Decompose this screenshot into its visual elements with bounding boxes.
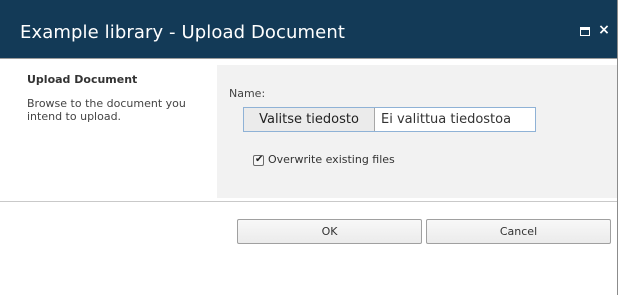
upload-dialog: Example library - Upload Document × Uplo… bbox=[0, 0, 618, 295]
dialog-title: Example library - Upload Document bbox=[20, 22, 346, 43]
cancel-button[interactable]: Cancel bbox=[426, 219, 611, 244]
section-description: Browse to the document you intend to upl… bbox=[27, 97, 186, 123]
close-icon[interactable]: × bbox=[597, 22, 611, 38]
overwrite-option[interactable]: ✔ Overwrite existing files bbox=[253, 153, 395, 167]
overwrite-label[interactable]: Overwrite existing files bbox=[268, 153, 395, 167]
overwrite-checkbox[interactable]: ✔ bbox=[253, 153, 264, 166]
checkmark-icon: ✔ bbox=[255, 153, 264, 165]
title-bar: Example library - Upload Document × bbox=[0, 0, 617, 58]
file-input[interactable]: Valitse tiedosto Ei valittua tiedostoa bbox=[243, 107, 536, 132]
choose-file-button[interactable]: Valitse tiedosto bbox=[244, 108, 375, 131]
section-title: Upload Document bbox=[27, 73, 138, 86]
maximize-icon[interactable] bbox=[580, 27, 590, 36]
title-divider bbox=[0, 58, 617, 59]
ok-button[interactable]: OK bbox=[237, 219, 422, 244]
file-status-text: Ei valittua tiedostoa bbox=[381, 112, 512, 127]
footer-divider bbox=[0, 201, 617, 202]
upload-form-pane: Name: Valitse tiedosto Ei valittua tiedo… bbox=[217, 65, 617, 198]
name-label: Name: bbox=[229, 87, 266, 100]
section-description-pane: Upload Document Browse to the document y… bbox=[15, 65, 205, 195]
